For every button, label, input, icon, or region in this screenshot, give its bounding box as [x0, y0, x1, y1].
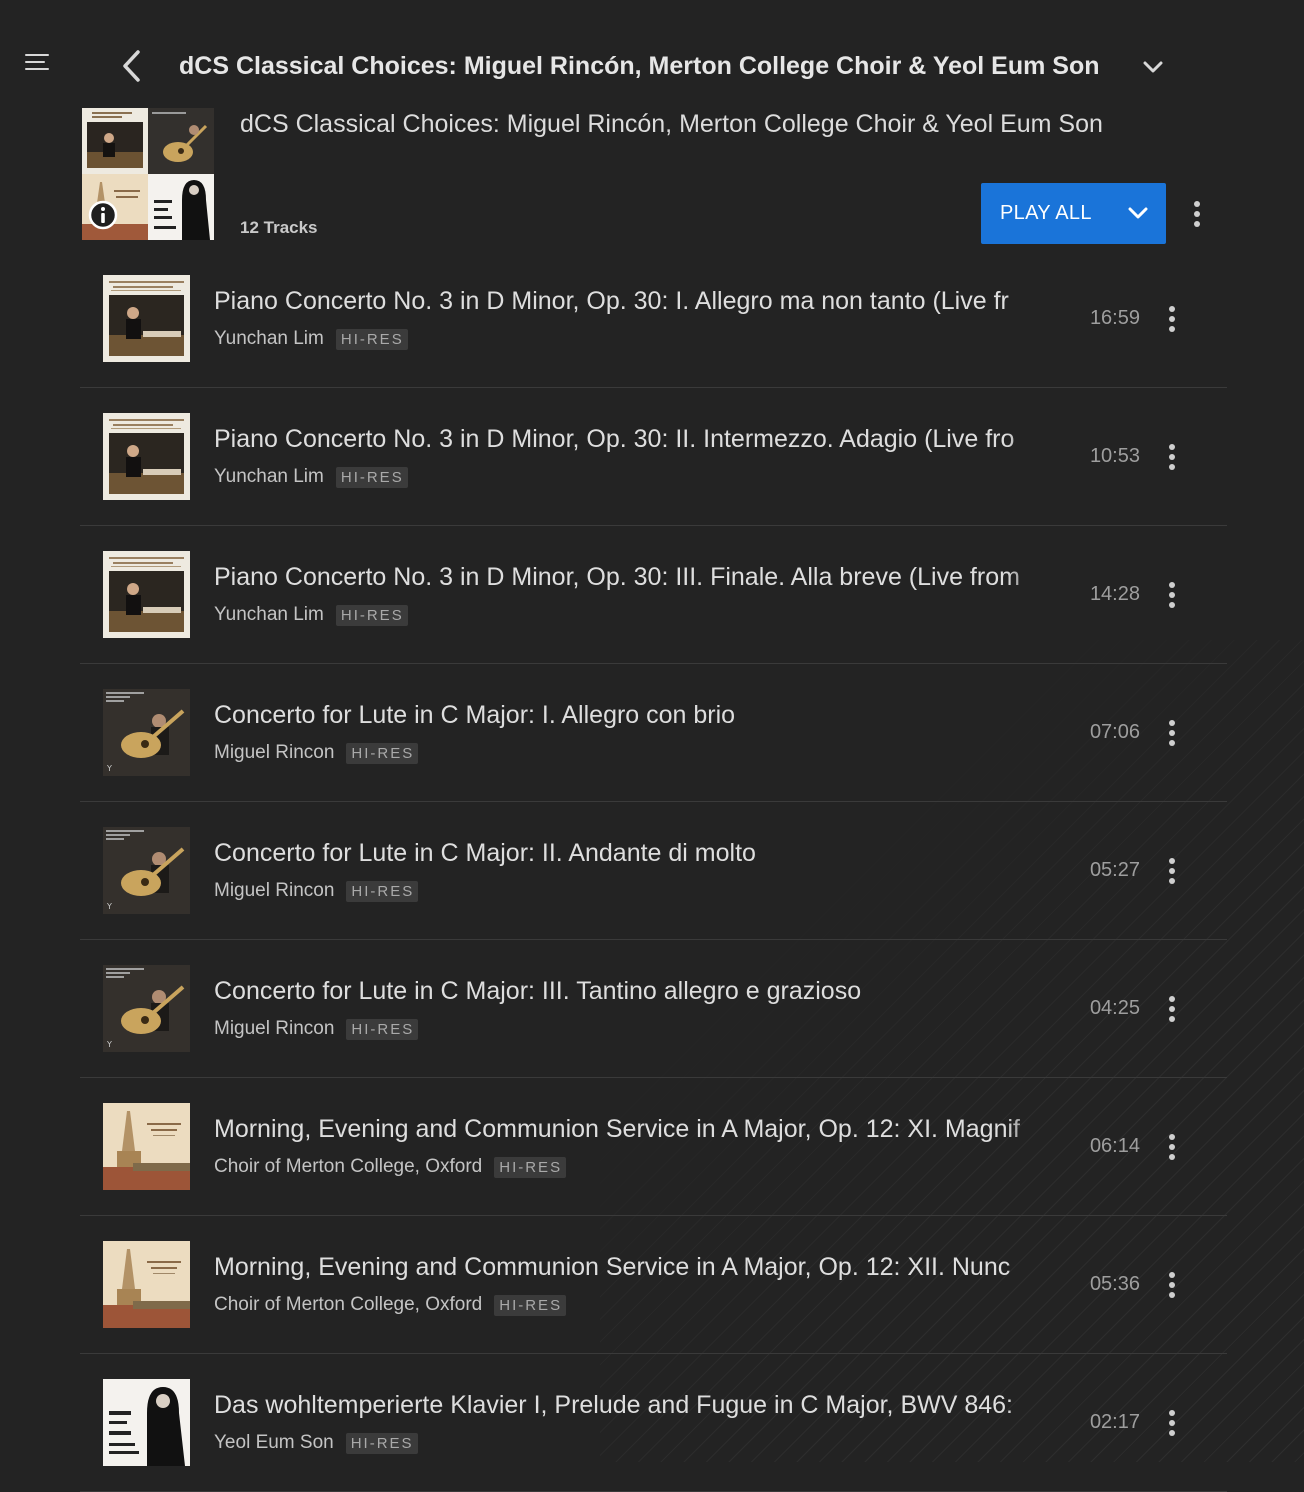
track-artist[interactable]: Yunchan Lim	[214, 604, 324, 626]
hi-res-badge: HI-RES	[335, 328, 408, 350]
track-more-options-icon[interactable]	[1160, 991, 1184, 1027]
track-artist[interactable]: Yunchan Lim	[214, 466, 324, 488]
play-all-button[interactable]: PLAY ALL	[981, 183, 1166, 244]
svg-text:Y: Y	[106, 1040, 112, 1049]
back-arrow-icon[interactable]	[118, 48, 148, 84]
track-row-2[interactable]: Piano Concerto No. 3 in D Minor, Op. 30:…	[80, 388, 1227, 526]
track-more-options-icon[interactable]	[1160, 1129, 1184, 1165]
album-art-lute: Y	[103, 965, 190, 1052]
track-title: Morning, Evening and Communion Service i…	[214, 1253, 1011, 1281]
track-meta: Yeol Eum Son HI-RES	[214, 1430, 418, 1456]
svg-text:Y: Y	[106, 764, 112, 773]
track-more-options-icon[interactable]	[1160, 577, 1184, 613]
hi-res-badge: HI-RES	[346, 742, 419, 764]
track-title: Das wohltemperierte Klavier I, Prelude a…	[214, 1391, 1013, 1419]
info-icon[interactable]	[88, 200, 118, 230]
track-title: Piano Concerto No. 3 in D Minor, Op. 30:…	[214, 425, 1015, 453]
track-duration: 02:17	[1089, 1411, 1140, 1433]
track-meta: Miguel Rincon HI-RES	[214, 1016, 419, 1042]
hi-res-badge: HI-RES	[494, 1294, 567, 1316]
track-artist[interactable]: Miguel Rincon	[214, 1018, 334, 1040]
cover-piano-thumb	[82, 108, 148, 174]
track-row-8[interactable]: Morning, Evening and Communion Service i…	[80, 1216, 1227, 1354]
more-options-icon[interactable]	[1184, 196, 1210, 232]
chevron-down-icon[interactable]	[1126, 201, 1150, 225]
track-more-options-icon[interactable]	[1160, 439, 1184, 475]
album-art-lute: Y	[103, 689, 190, 776]
svg-text:Y: Y	[106, 902, 112, 911]
album-art-anthems	[103, 1103, 190, 1190]
track-duration: 06:14	[1089, 1135, 1140, 1157]
hi-res-badge: HI-RES	[335, 604, 408, 626]
play-all-label: PLAY ALL	[1000, 202, 1092, 224]
track-duration: 10:53	[1089, 445, 1140, 467]
track-row-4[interactable]: Y Concerto for Lute in C Major: I. Alleg…	[80, 664, 1227, 802]
album-art-piano	[103, 275, 190, 362]
track-more-options-icon[interactable]	[1160, 1405, 1184, 1441]
track-meta: Choir of Merton College, Oxford HI-RES	[214, 1154, 567, 1180]
album-art-anthems	[103, 1241, 190, 1328]
track-duration: 05:27	[1089, 859, 1140, 881]
album-art-ravel	[103, 1379, 190, 1466]
track-meta: Miguel Rincon HI-RES	[214, 740, 419, 766]
track-meta: Miguel Rincon HI-RES	[214, 878, 419, 904]
track-title: Piano Concerto No. 3 in D Minor, Op. 30:…	[214, 287, 1009, 315]
track-duration: 14:28	[1089, 583, 1140, 605]
hi-res-badge: HI-RES	[345, 1432, 418, 1454]
track-duration: 07:06	[1089, 721, 1140, 743]
track-artist[interactable]: Miguel Rincon	[214, 880, 334, 902]
cover-ravel-thumb	[148, 174, 214, 240]
track-row-7[interactable]: Morning, Evening and Communion Service i…	[80, 1078, 1227, 1216]
hi-res-badge: HI-RES	[335, 466, 408, 488]
track-artist[interactable]: Yeol Eum Son	[214, 1432, 334, 1454]
track-more-options-icon[interactable]	[1160, 301, 1184, 337]
track-artist[interactable]: Yunchan Lim	[214, 328, 324, 350]
track-duration: 16:59	[1089, 307, 1140, 329]
track-artist[interactable]: Choir of Merton College, Oxford	[214, 1294, 482, 1316]
album-art-piano	[103, 413, 190, 500]
album-art-piano	[103, 551, 190, 638]
page-title: dCS Classical Choices: Miguel Rincón, Me…	[179, 52, 1100, 80]
track-row-1[interactable]: Piano Concerto No. 3 in D Minor, Op. 30:…	[80, 250, 1227, 388]
track-title: Morning, Evening and Communion Service i…	[214, 1115, 1020, 1143]
playlist-title: dCS Classical Choices: Miguel Rincón, Me…	[240, 110, 1103, 138]
track-duration: 05:36	[1089, 1273, 1140, 1295]
track-title: Piano Concerto No. 3 in D Minor, Op. 30:…	[214, 563, 1020, 591]
cover-lute-thumb	[148, 108, 214, 174]
track-row-6[interactable]: Y Concerto for Lute in C Major: III. Tan…	[80, 940, 1227, 1078]
album-art-lute: Y	[103, 827, 190, 914]
track-count: 12 Tracks	[240, 218, 318, 237]
track-row-9[interactable]: Das wohltemperierte Klavier I, Prelude a…	[80, 1354, 1227, 1492]
track-row-3[interactable]: Piano Concerto No. 3 in D Minor, Op. 30:…	[80, 526, 1227, 664]
hi-res-badge: HI-RES	[346, 1018, 419, 1040]
track-meta: Choir of Merton College, Oxford HI-RES	[214, 1292, 567, 1318]
chevron-down-icon[interactable]	[1140, 54, 1166, 80]
track-more-options-icon[interactable]	[1160, 853, 1184, 889]
track-title: Concerto for Lute in C Major: III. Tanti…	[214, 977, 862, 1005]
track-artist[interactable]: Choir of Merton College, Oxford	[214, 1156, 482, 1178]
track-meta: Yunchan Lim HI-RES	[214, 602, 408, 628]
track-more-options-icon[interactable]	[1160, 715, 1184, 751]
hi-res-badge: HI-RES	[346, 880, 419, 902]
track-title: Concerto for Lute in C Major: II. Andant…	[214, 839, 756, 867]
track-meta: Yunchan Lim HI-RES	[214, 326, 408, 352]
track-more-options-icon[interactable]	[1160, 1267, 1184, 1303]
track-artist[interactable]: Miguel Rincon	[214, 742, 334, 764]
track-duration: 04:25	[1089, 997, 1140, 1019]
hamburger-menu-icon[interactable]	[25, 54, 51, 76]
track-row-5[interactable]: Y Concerto for Lute in C Major: II. Anda…	[80, 802, 1227, 940]
track-title: Concerto for Lute in C Major: I. Allegro…	[214, 701, 736, 729]
track-meta: Yunchan Lim HI-RES	[214, 464, 408, 490]
hi-res-badge: HI-RES	[494, 1156, 567, 1178]
track-list: Piano Concerto No. 3 in D Minor, Op. 30:…	[80, 250, 1227, 1492]
